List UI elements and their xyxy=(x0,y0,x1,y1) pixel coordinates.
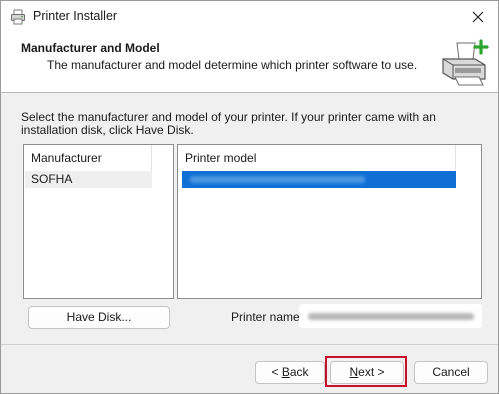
back-prefix: < xyxy=(271,365,282,379)
printer-add-icon xyxy=(442,39,489,86)
instructions-text: Select the manufacturer and model of you… xyxy=(21,110,436,137)
printer-model-list[interactable]: Printer model xyxy=(177,144,482,299)
next-button[interactable]: Next > xyxy=(330,361,404,384)
printer-name-field[interactable] xyxy=(299,304,482,328)
redacted-model-name xyxy=(190,176,365,183)
wizard-header: Manufacturer and Model The manufacturer … xyxy=(1,33,498,93)
back-suffix: ack xyxy=(289,365,309,379)
printer-installer-window: Printer Installer Manufacturer and Model… xyxy=(0,0,499,394)
manufacturer-item-sofha[interactable]: SOFHA xyxy=(25,171,152,188)
close-button[interactable] xyxy=(458,1,498,33)
redacted-printer-name xyxy=(308,313,474,320)
have-disk-button[interactable]: Have Disk... xyxy=(28,306,170,329)
next-suffix: ext > xyxy=(358,365,385,379)
printer-name-label: Printer name: xyxy=(231,310,304,324)
window-title: Printer Installer xyxy=(33,9,118,23)
manufacturer-column-header[interactable]: Manufacturer xyxy=(24,145,152,171)
back-button[interactable]: < Back xyxy=(255,361,325,384)
manufacturer-list[interactable]: Manufacturer SOFHA xyxy=(23,144,174,299)
back-access-key: B xyxy=(281,365,290,379)
cancel-button[interactable]: Cancel xyxy=(414,361,488,384)
next-access-key: N xyxy=(349,365,359,379)
page-subtitle: The manufacturer and model determine whi… xyxy=(47,58,418,72)
footer-separator xyxy=(1,344,498,345)
printer-model-column-header[interactable]: Printer model xyxy=(178,145,456,171)
close-icon xyxy=(472,11,484,23)
printer-installer-icon xyxy=(11,9,25,25)
page-title: Manufacturer and Model xyxy=(21,41,160,55)
printer-model-item-selected[interactable] xyxy=(182,171,456,188)
title-bar: Printer Installer xyxy=(1,1,498,33)
